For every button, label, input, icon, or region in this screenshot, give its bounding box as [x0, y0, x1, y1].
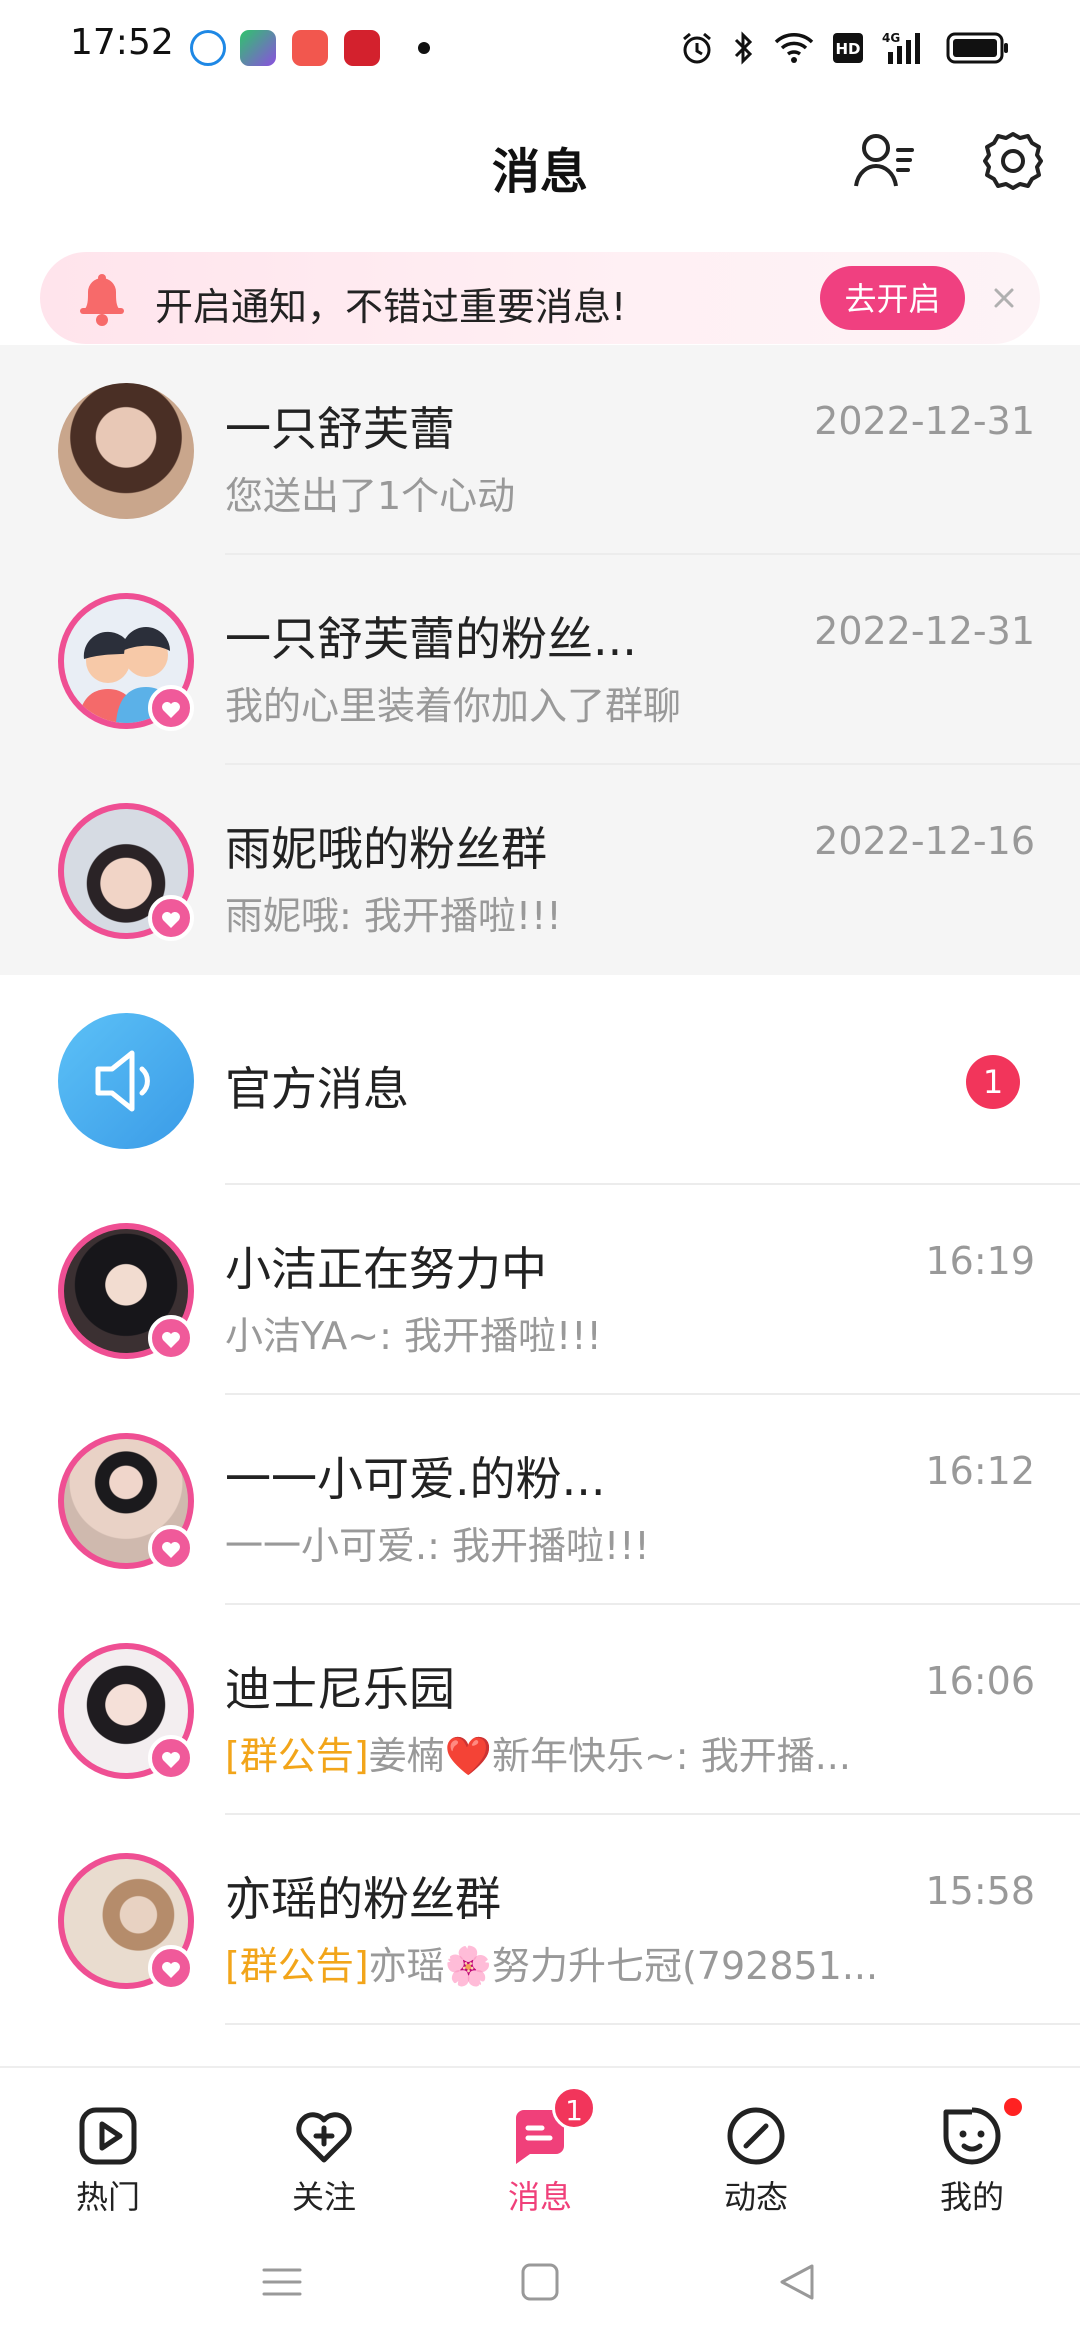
announcement-tag: [群公告] [225, 1734, 369, 1778]
conversation-name: 一只舒芙蕾 [225, 402, 455, 456]
conversation-time: 16:12 [925, 1449, 1035, 1493]
conversation-name: 一只舒芙蕾的粉丝... [225, 612, 637, 666]
conversation-preview: 雨妮哦: 我开播啦!!! [225, 894, 562, 938]
announcement-tag: [群公告] [225, 1944, 369, 1988]
list-item[interactable]: 一只舒芙蕾 您送出了1个心动 2022-12-31 [0, 345, 1080, 555]
conversation-preview: [群公告]姜楠❤️新年快乐~: 我开播... [225, 1725, 851, 1780]
app-notification-icon [344, 30, 380, 66]
header: 消息 [0, 96, 1080, 226]
status-bar: 17:52 HD 4G [0, 0, 1080, 96]
tab-messages[interactable]: 1 消息 [460, 2086, 620, 2216]
list-item[interactable]: 迪士尼乐园 [群公告]姜楠❤️新年快乐~: 我开播... 16:06 [0, 1605, 1080, 1815]
notification-prompt: 开启通知，不错过重要消息! 去开启 [40, 252, 1040, 344]
list-item[interactable]: 小洁正在努力中 小洁YA~: 我开播啦!!! 16:19 [0, 1185, 1080, 1395]
settings-button[interactable] [978, 126, 1048, 196]
tab-label: 我的 [939, 2178, 1004, 2216]
list-item[interactable]: 雨妮哦的粉丝群 雨妮哦: 我开播啦!!! 2022-12-16 [0, 765, 1080, 975]
conversation-name: 亦瑶的粉丝群 [225, 1872, 501, 1926]
list-item-official[interactable]: 官方消息 1 [0, 975, 1080, 1185]
conversation-name: 一一小可爱.的粉... [225, 1452, 606, 1506]
home-icon[interactable] [510, 2252, 570, 2312]
compass-icon [727, 2107, 785, 2165]
notice-text: 开启通知，不错过重要消息! [155, 285, 627, 329]
conversation-time: 15:58 [925, 1869, 1035, 1913]
contacts-icon [854, 134, 914, 187]
profile-red-dot [1004, 2098, 1022, 2116]
svg-text:HD: HD [835, 40, 860, 58]
fan-group-heart-icon [148, 1735, 194, 1781]
conversation-preview: [群公告]亦瑶🌸努力升七冠(792851... [225, 1935, 878, 1990]
fan-group-heart-icon [148, 685, 194, 731]
conversation-time: 16:19 [925, 1239, 1035, 1283]
more-notifications-dot-icon [418, 42, 430, 54]
conversation-time: 2022-12-16 [814, 819, 1035, 863]
app-notification-icon [292, 30, 328, 66]
conversation-time: 2022-12-31 [814, 609, 1035, 653]
messages-badge: 1 [552, 2086, 596, 2130]
conversation-name: 小洁正在努力中 [225, 1242, 547, 1296]
hd-icon: HD [833, 33, 863, 63]
gear-icon [983, 132, 1043, 190]
speaker-icon [95, 1050, 150, 1112]
conversation-preview: 小洁YA~: 我开播啦!!! [225, 1314, 602, 1358]
menu-icon[interactable] [252, 2252, 312, 2312]
enable-notification-button[interactable]: 去开启 [820, 266, 965, 330]
bottom-tab-bar: 热门 关注 1 消息 动态 我的 [0, 2066, 1080, 2218]
tab-label: 热门 [75, 2178, 140, 2216]
conversation-preview: 我的心里装着你加入了群聊 [225, 684, 682, 728]
conversation-preview-text: 姜楠❤️新年快乐~: 我开播... [368, 1734, 851, 1778]
conversation-preview: 您送出了1个心动 [225, 474, 516, 518]
tab-follow[interactable]: 关注 [244, 2088, 404, 2216]
status-icons: HD 4G [680, 26, 1010, 70]
status-time: 17:52 [70, 22, 174, 63]
system-navigation-bar [0, 2216, 1080, 2340]
signal-icon: 4G [882, 31, 920, 64]
conversation-name: 官方消息 [225, 1062, 409, 1116]
tab-profile[interactable]: 我的 [892, 2088, 1052, 2216]
battery-icon [946, 32, 1008, 64]
wifi-icon [774, 33, 814, 63]
tab-hot[interactable]: 热门 [28, 2088, 188, 2216]
svg-text:4G: 4G [882, 31, 900, 45]
tab-label: 消息 [507, 2178, 572, 2216]
unread-badge: 1 [966, 1055, 1020, 1109]
conversation-preview: 一一小可爱.: 我开播啦!!! [225, 1524, 650, 1568]
conversation-preview-text: 亦瑶🌸努力升七冠(792851... [368, 1944, 879, 1988]
message-list: 一只舒芙蕾 您送出了1个心动 2022-12-31 一只舒芙蕾的粉丝... 我的… [0, 345, 1080, 2025]
close-icon[interactable] [980, 274, 1028, 322]
fan-group-heart-icon [148, 1315, 194, 1361]
divider [225, 2023, 1080, 2025]
fan-group-heart-icon [148, 895, 194, 941]
conversation-time: 2022-12-31 [814, 399, 1035, 443]
bell-icon [80, 274, 124, 326]
tab-label: 关注 [291, 2178, 356, 2216]
bluetooth-icon [734, 31, 753, 65]
tab-label: 动态 [723, 2178, 788, 2216]
avatar [58, 383, 194, 519]
profile-icon [943, 2107, 1001, 2165]
alarm-icon [683, 32, 711, 64]
fan-group-heart-icon [148, 1945, 194, 1991]
list-item[interactable]: 亦瑶的粉丝群 [群公告]亦瑶🌸努力升七冠(792851... 15:58 [0, 1815, 1080, 2025]
conversation-name: 迪士尼乐园 [225, 1662, 455, 1716]
heart-plus-icon [296, 2112, 352, 2163]
conversation-time: 16:06 [925, 1659, 1035, 1703]
conversation-name: 雨妮哦的粉丝群 [225, 822, 547, 876]
contacts-button[interactable] [850, 126, 920, 196]
app-notification-icon [190, 30, 226, 66]
iqiyi-app-icon [240, 30, 276, 66]
fan-group-heart-icon [148, 1525, 194, 1571]
list-item[interactable]: 一只舒芙蕾的粉丝... 我的心里装着你加入了群聊 2022-12-31 [0, 555, 1080, 765]
list-item[interactable]: 一一小可爱.的粉... 一一小可爱.: 我开播啦!!! 16:12 [0, 1395, 1080, 1605]
avatar [58, 1013, 194, 1149]
tab-moments[interactable]: 动态 [676, 2088, 836, 2216]
back-icon[interactable] [768, 2252, 828, 2312]
play-icon [79, 2107, 137, 2165]
